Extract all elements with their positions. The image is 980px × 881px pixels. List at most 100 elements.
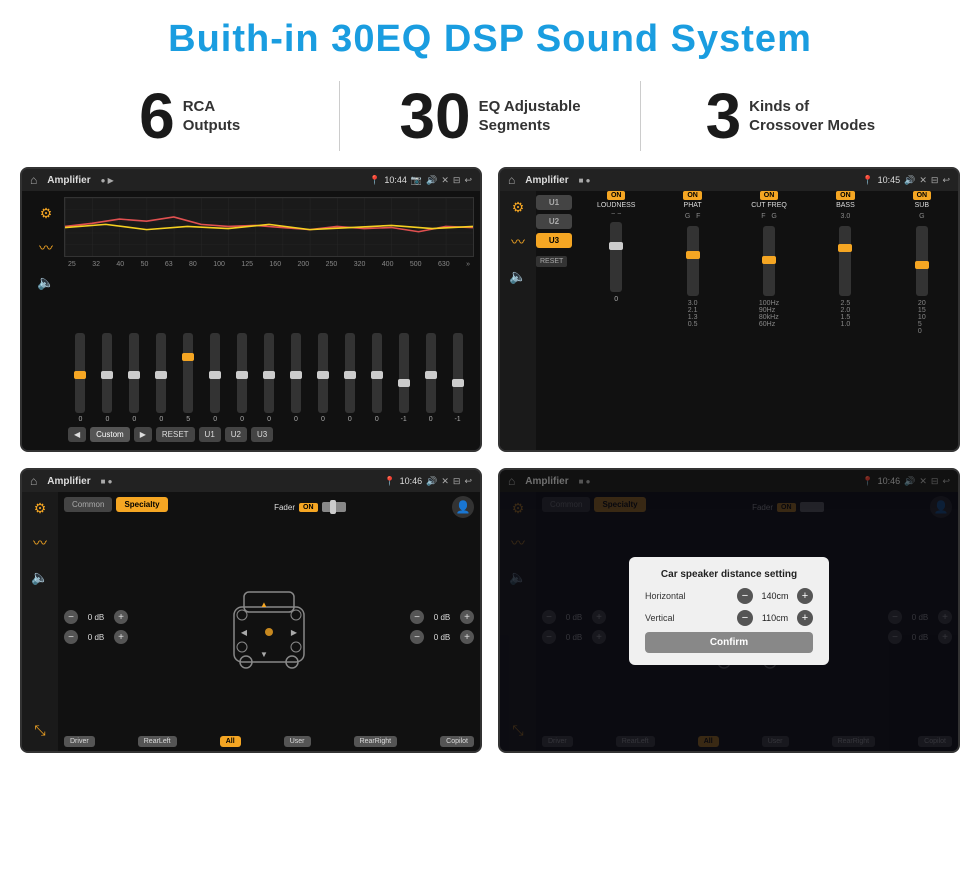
crossover-loudness: ON LOUDNESS ~~ 0 — [580, 191, 652, 450]
rear-left-btn[interactable]: RearLeft — [138, 736, 177, 747]
all-btn[interactable]: All — [220, 736, 241, 747]
fader-slider[interactable] — [322, 502, 346, 512]
eq-slider-col-9: 0 — [284, 333, 309, 423]
stat-crossover-label: Kinds ofCrossover Modes — [749, 97, 875, 136]
waveform-icon[interactable]: 〰 — [39, 238, 53, 258]
db-plus-tl[interactable]: + — [114, 610, 128, 624]
eq-reset-btn[interactable]: RESET — [156, 427, 195, 442]
dialog-vertical-plus[interactable]: + — [797, 610, 813, 626]
eq-prev-btn[interactable]: ◀ — [68, 427, 86, 442]
bass-slider[interactable] — [839, 226, 851, 296]
preset-u1[interactable]: U1 — [536, 195, 572, 210]
fader-label: Fader — [274, 503, 295, 512]
db-minus-bl[interactable]: − — [64, 630, 78, 644]
stats-row: 6 RCAOutputs 30 EQ AdjustableSegments 3 … — [0, 71, 980, 167]
back-icon-3[interactable]: ↩ — [464, 476, 472, 487]
freq-label-125: 125 — [241, 261, 253, 268]
close-icon-2: ✕ — [919, 175, 927, 186]
waveform-icon-3[interactable]: 〰 — [33, 533, 47, 553]
waveform-icon-2[interactable]: 〰 — [511, 232, 525, 252]
crossover-reset-btn[interactable]: RESET — [536, 256, 567, 267]
dialog-title: Car speaker distance setting — [645, 569, 813, 580]
eq-slider-1[interactable] — [75, 333, 85, 413]
eq-slider-6[interactable] — [210, 333, 220, 413]
svg-text:▼: ▼ — [260, 650, 268, 659]
preset-u3[interactable]: U3 — [536, 233, 572, 248]
loudness-slider[interactable] — [610, 222, 622, 292]
db-minus-tr[interactable]: − — [410, 610, 424, 624]
eq-slider-10[interactable] — [318, 333, 328, 413]
eq-preset-custom[interactable]: Custom — [90, 427, 130, 442]
dialog-vertical-minus[interactable]: − — [737, 610, 753, 626]
eq-slider-15[interactable] — [453, 333, 463, 413]
page-title: Buith-in 30EQ DSP Sound System — [0, 0, 980, 71]
rear-right-btn[interactable]: RearRight — [354, 736, 398, 747]
eq-slider-7[interactable] — [237, 333, 247, 413]
eq-slider-13[interactable] — [399, 333, 409, 413]
eq-play-btn[interactable]: ▶ — [134, 427, 152, 442]
eq-val-11: 0 — [348, 416, 352, 423]
copilot-btn[interactable]: Copilot — [440, 736, 474, 747]
equalizer-icon[interactable]: ⚙ — [40, 205, 53, 222]
stat-crossover: 3 Kinds ofCrossover Modes — [661, 84, 920, 148]
speaker-icon[interactable]: 🔈 — [37, 274, 54, 291]
equalizer-icon-3[interactable]: ⚙ — [34, 500, 47, 517]
eq-val-3: 0 — [132, 416, 136, 423]
window-icon-2: ⊟ — [931, 175, 939, 186]
stat-divider-2 — [640, 81, 641, 151]
sub-freq-labels: 20 15 10 5 0 — [918, 300, 926, 335]
speaker-icon-2[interactable]: 🔈 — [509, 268, 526, 285]
db-minus-tl[interactable]: − — [64, 610, 78, 624]
db-plus-bl[interactable]: + — [114, 630, 128, 644]
eq-slider-3[interactable] — [129, 333, 139, 413]
expand-icon[interactable]: ⤡ — [34, 722, 45, 739]
dialog-horizontal-minus[interactable]: − — [737, 588, 753, 604]
dialog-horizontal-row: Horizontal − 140cm + — [645, 588, 813, 604]
sub-slider[interactable] — [916, 226, 928, 296]
phat-slider[interactable] — [687, 226, 699, 296]
close-icon: ✕ — [441, 175, 449, 186]
eq-slider-12[interactable] — [372, 333, 382, 413]
status-time-eq: 10:44 — [384, 175, 407, 185]
eq-slider-2[interactable] — [102, 333, 112, 413]
eq-slider-5[interactable] — [183, 333, 193, 413]
home-icon-2[interactable]: ⌂ — [508, 173, 515, 187]
preset-u2[interactable]: U2 — [536, 214, 572, 229]
cutfreq-slider[interactable] — [763, 226, 775, 296]
eq-content: ⚙ 〰 🔈 — [22, 191, 480, 450]
settings-icon[interactable]: 👤 — [452, 496, 474, 518]
eq-u3-btn[interactable]: U3 — [251, 427, 273, 442]
back-icon[interactable]: ↩ — [464, 175, 472, 186]
back-icon-2[interactable]: ↩ — [942, 175, 950, 186]
eq-slider-9[interactable] — [291, 333, 301, 413]
db-plus-br[interactable]: + — [460, 630, 474, 644]
speaker-controls-right: − 0 dB + − 0 dB + — [410, 522, 474, 732]
eq-status-dot: ● ▶ — [101, 176, 114, 185]
eq-slider-4[interactable] — [156, 333, 166, 413]
user-btn[interactable]: User — [284, 736, 311, 747]
eq-slider-11[interactable] — [345, 333, 355, 413]
freq-label-more: » — [466, 261, 470, 268]
eq-slider-col-7: 0 — [230, 333, 255, 423]
eq-slider-col-3: 0 — [122, 333, 147, 423]
fader-on-badge: ON — [299, 503, 318, 512]
freq-label-500: 500 — [410, 261, 422, 268]
equalizer-icon-2[interactable]: ⚙ — [512, 199, 525, 216]
confirm-button[interactable]: Confirm — [645, 632, 813, 653]
speaker-bottom-buttons: Driver RearLeft All User RearRight Copil… — [64, 736, 474, 747]
driver-btn[interactable]: Driver — [64, 736, 95, 747]
db-minus-br[interactable]: − — [410, 630, 424, 644]
eq-slider-8[interactable] — [264, 333, 274, 413]
speaker-icon-3[interactable]: 🔈 — [31, 569, 48, 586]
eq-slider-col-2: 0 — [95, 333, 120, 423]
home-icon[interactable]: ⌂ — [30, 173, 37, 187]
home-icon-3[interactable]: ⌂ — [30, 474, 37, 488]
dialog-horizontal-plus[interactable]: + — [797, 588, 813, 604]
loudness-on-badge: ON — [607, 191, 626, 200]
tab-specialty[interactable]: Specialty — [116, 497, 167, 512]
eq-u2-btn[interactable]: U2 — [225, 427, 247, 442]
tab-common[interactable]: Common — [64, 497, 112, 512]
eq-u1-btn[interactable]: U1 — [199, 427, 221, 442]
db-plus-tr[interactable]: + — [460, 610, 474, 624]
eq-slider-14[interactable] — [426, 333, 436, 413]
